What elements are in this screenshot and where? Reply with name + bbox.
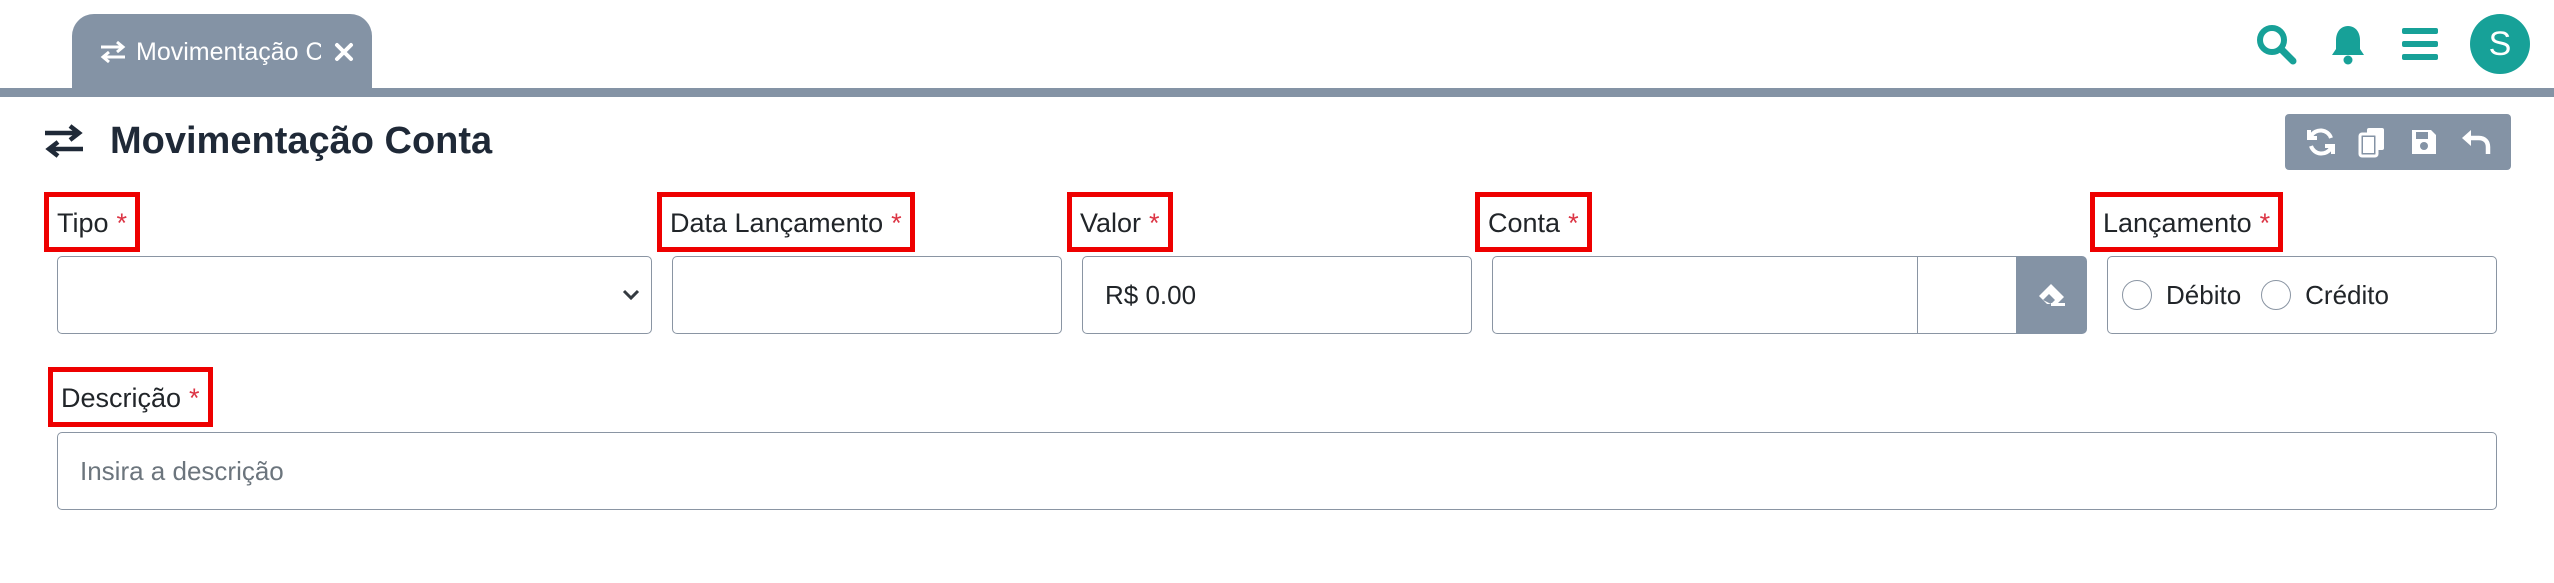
- undo-icon[interactable]: [2457, 124, 2493, 160]
- tab-movimentacao-conta[interactable]: Movimentação Conta: [72, 14, 372, 90]
- data-lancamento-input[interactable]: [672, 256, 1062, 334]
- close-icon[interactable]: [333, 41, 355, 63]
- conta-label-text: Conta: [1488, 207, 1561, 238]
- radio-credito-label: Crédito: [2305, 279, 2389, 310]
- exchange-icon: [100, 40, 126, 64]
- tipo-label: Tipo *: [44, 192, 141, 252]
- bell-icon[interactable]: [2326, 22, 2370, 66]
- save-icon[interactable]: [2406, 124, 2442, 160]
- lancamento-radio-group: Débito Crédito: [2108, 280, 2389, 311]
- tipo-label-text: Tipo: [57, 207, 109, 238]
- page-title: Movimentação Conta: [110, 119, 493, 162]
- radio-credito[interactable]: Crédito: [2261, 280, 2389, 311]
- valor-label: Valor *: [1067, 192, 1173, 252]
- lancamento-radio-box: Débito Crédito: [2107, 256, 2497, 334]
- radio-debito[interactable]: Débito: [2122, 280, 2241, 311]
- required-marker: *: [1568, 207, 1579, 238]
- descricao-label: Descrição *: [48, 367, 213, 427]
- exchange-icon: [45, 124, 83, 158]
- refresh-icon[interactable]: [2303, 124, 2339, 160]
- eraser-icon: [2038, 284, 2065, 306]
- conta-code-input[interactable]: [1917, 256, 2017, 334]
- required-marker: *: [189, 382, 200, 413]
- top-bar: Movimentação Conta S: [0, 0, 2554, 90]
- conta-field-group: [1492, 256, 2087, 334]
- chevron-down-icon: [622, 289, 640, 301]
- avatar[interactable]: S: [2470, 14, 2530, 74]
- lancamento-label-text: Lançamento: [2103, 207, 2252, 238]
- valor-value: R$ 0.00: [1105, 279, 1197, 310]
- top-icons: S: [2254, 12, 2530, 76]
- tab-label: Movimentação Conta: [136, 37, 321, 66]
- valor-input[interactable]: R$ 0.00: [1082, 256, 1472, 334]
- descricao-label-text: Descrição: [61, 382, 182, 413]
- data-lancamento-label-text: Data Lançamento: [670, 207, 884, 238]
- action-toolbar: [2285, 114, 2511, 170]
- required-marker: *: [116, 207, 128, 238]
- radio-debito-label: Débito: [2166, 279, 2242, 310]
- page-header: Movimentação Conta: [42, 110, 492, 172]
- valor-label-text: Valor: [1080, 207, 1142, 238]
- tipo-select[interactable]: [57, 256, 652, 334]
- required-marker: *: [2259, 207, 2271, 238]
- radio-circle[interactable]: [2261, 280, 2292, 310]
- radio-circle[interactable]: [2122, 280, 2152, 310]
- topbar-divider: [0, 88, 2554, 97]
- menu-icon[interactable]: [2398, 22, 2442, 66]
- conta-label: Conta *: [1475, 192, 1592, 252]
- descricao-placeholder: Insira a descrição: [80, 455, 284, 486]
- descricao-input[interactable]: Insira a descrição: [57, 432, 2497, 510]
- data-lancamento-label: Data Lançamento *: [657, 192, 915, 252]
- lancamento-label: Lançamento *: [2090, 192, 2284, 252]
- search-icon[interactable]: [2254, 22, 2298, 66]
- clear-button[interactable]: [2016, 256, 2087, 334]
- required-marker: *: [1149, 207, 1160, 238]
- copy-icon[interactable]: [2354, 124, 2390, 160]
- conta-input[interactable]: [1492, 256, 1918, 334]
- required-marker: *: [891, 207, 902, 238]
